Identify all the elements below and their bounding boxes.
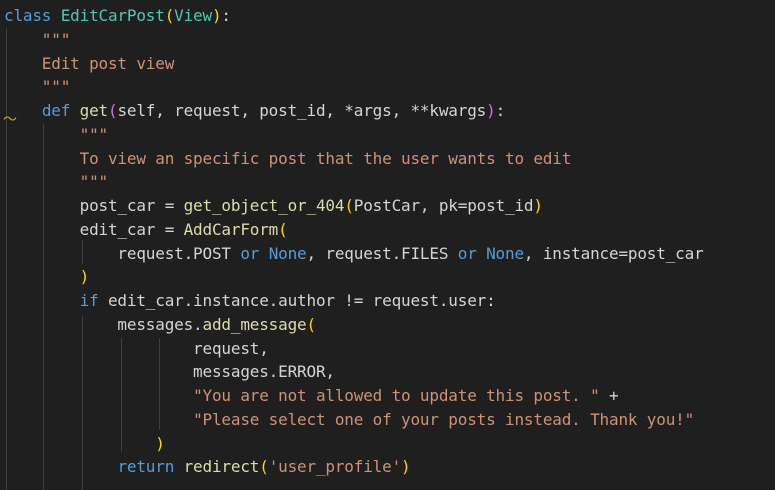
code-token: """ — [4, 29, 71, 49]
code-token: 'user_profile' — [268, 457, 402, 477]
code-token: ( — [306, 314, 317, 334]
code-token: EditCarPost — [60, 6, 165, 25]
code-token: or — [240, 243, 260, 263]
code-line[interactable]: messages.ERROR, — [4, 360, 335, 384]
code-token: : — [221, 6, 231, 25]
code-token: ( — [344, 196, 354, 215]
code-token: : — [495, 101, 506, 120]
code-token: messages.ERROR, — [4, 362, 335, 382]
code-token: request.POST — [4, 243, 241, 263]
code-line[interactable]: class EditCarPost(View): — [4, 4, 231, 28]
code-token: View — [174, 6, 212, 25]
code-line[interactable]: Edit post view — [4, 52, 175, 76]
code-token: ) — [401, 457, 411, 477]
code-line[interactable]: request, — [4, 337, 269, 361]
code-token: request, — [4, 338, 269, 358]
code-token: None — [486, 243, 524, 263]
code-line[interactable]: """ — [4, 75, 71, 99]
code-token: get — [79, 101, 109, 120]
code-line[interactable]: """ — [4, 170, 109, 194]
code-token: or — [457, 243, 477, 263]
code-token: Edit post view — [4, 53, 175, 73]
code-token: post_car = — [4, 196, 184, 215]
code-token: class — [4, 6, 52, 25]
code-token: """ — [4, 124, 109, 144]
code-line[interactable]: ) — [4, 432, 165, 456]
code-token: ) — [79, 267, 90, 287]
code-token: ) — [155, 433, 165, 453]
code-token: To view an specific post that the user w… — [4, 148, 572, 168]
code-token: , request.FILES — [306, 243, 458, 263]
code-token: AddCarForm — [183, 219, 279, 239]
code-token: ) — [211, 6, 222, 25]
code-token: None — [268, 243, 307, 263]
code-token: messages. — [4, 314, 203, 334]
code-token: """ — [4, 77, 71, 97]
code-line[interactable]: edit_car = AddCarForm( — [4, 218, 288, 242]
code-line[interactable]: "You are not allowed to update this post… — [4, 384, 619, 408]
code-token: get_object_or_404 — [183, 196, 345, 215]
code-token: return — [117, 457, 175, 477]
code-line[interactable]: return redirect('user_profile') — [4, 455, 410, 479]
code-token: if — [79, 291, 99, 310]
code-token: "You are not allowed to update this post… — [193, 386, 600, 405]
code-line[interactable]: if edit_car.instance.author != request.u… — [4, 289, 496, 313]
code-line[interactable]: messages.add_message( — [4, 313, 316, 337]
code-line[interactable]: ) — [4, 265, 90, 289]
code-line[interactable]: def get(self, request, post_id, *args, *… — [4, 99, 505, 123]
code-token: ) — [486, 101, 496, 120]
code-token: PostCar, pk=post_id — [353, 196, 534, 215]
code-token: """ — [4, 172, 109, 192]
code-token: edit_car.instance.author != request.user… — [98, 291, 496, 310]
code-token: edit_car = — [4, 219, 184, 239]
code-token: ( — [259, 457, 269, 477]
code-line[interactable]: """ — [4, 28, 71, 52]
code-token: redirect — [183, 457, 260, 477]
code-token: self, request, post_id, *args, **kwargs — [117, 101, 487, 120]
code-token: ( — [278, 219, 288, 239]
code-line[interactable]: request.POST or None, request.FILES or N… — [4, 242, 704, 266]
code-line[interactable]: post_car = get_object_or_404(PostCar, pk… — [4, 194, 543, 218]
code-token: ( — [164, 6, 175, 25]
code-line[interactable]: "Please select one of your posts instead… — [4, 408, 694, 432]
code-token: def — [41, 101, 71, 120]
code-line[interactable]: To view an specific post that the user w… — [4, 147, 572, 171]
code-line[interactable]: """ — [4, 123, 109, 147]
code-token: add_message — [202, 314, 307, 334]
code-token: "Please select one of your posts instead… — [193, 409, 695, 429]
code-token: , instance=post_car — [523, 243, 704, 263]
code-editor[interactable]: 〜 class EditCarPost(View): """ Edit post… — [0, 0, 775, 490]
code-token: ) — [533, 196, 543, 215]
code-token: + — [599, 386, 619, 405]
